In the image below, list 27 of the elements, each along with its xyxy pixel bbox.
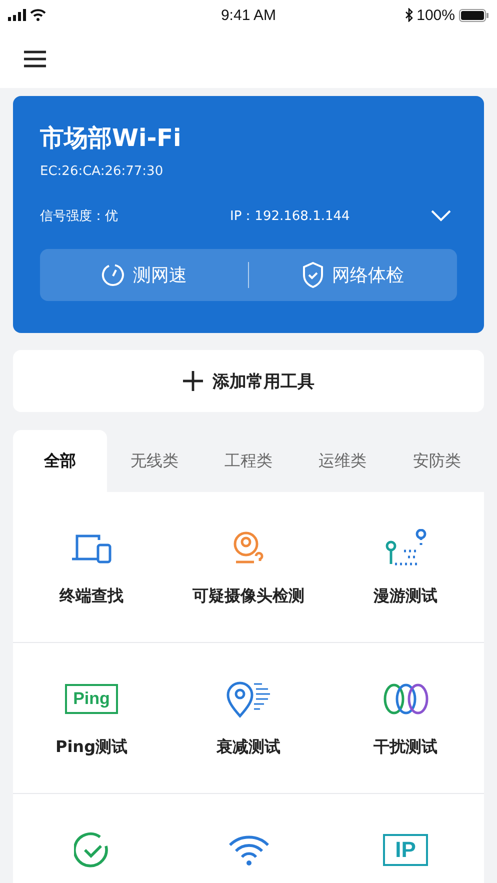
bluetooth-icon	[404, 8, 413, 22]
laptop-phone-icon	[70, 532, 112, 564]
add-tool-button[interactable]: 添加常用工具	[13, 350, 484, 412]
overlapping-rings-icon	[382, 683, 428, 715]
battery-icon	[458, 8, 489, 22]
check-circle-icon	[74, 832, 110, 868]
battery-percent: 100%	[416, 6, 455, 24]
signal-icon	[8, 9, 26, 21]
signal-strength: 信号强度：优	[40, 208, 119, 225]
ip-icon: IP	[383, 834, 428, 866]
wifi-status-icon	[30, 9, 46, 21]
gauge-icon	[101, 263, 125, 287]
speed-test-button[interactable]: 测网速	[40, 249, 248, 301]
menu-icon[interactable]	[24, 50, 46, 68]
chevron-icon[interactable]	[431, 210, 451, 222]
location-pin-icon	[226, 680, 272, 718]
status-time: 9:41 AM	[220, 6, 276, 24]
ip-address: IP：192.168.1.144	[230, 208, 351, 225]
shield-check-icon	[302, 262, 324, 288]
category-tab[interactable]: 全部	[13, 430, 108, 492]
wifi-name: 市场部Wi-Fi	[40, 123, 182, 154]
plus-icon	[182, 371, 202, 391]
network-check-button[interactable]: 网络体检	[249, 249, 457, 301]
mac-address: EC:26:CA:26:77:30	[40, 164, 164, 179]
route-pins-icon	[384, 529, 428, 567]
wifi-icon	[228, 834, 270, 866]
ping-icon: Ping	[65, 684, 118, 714]
